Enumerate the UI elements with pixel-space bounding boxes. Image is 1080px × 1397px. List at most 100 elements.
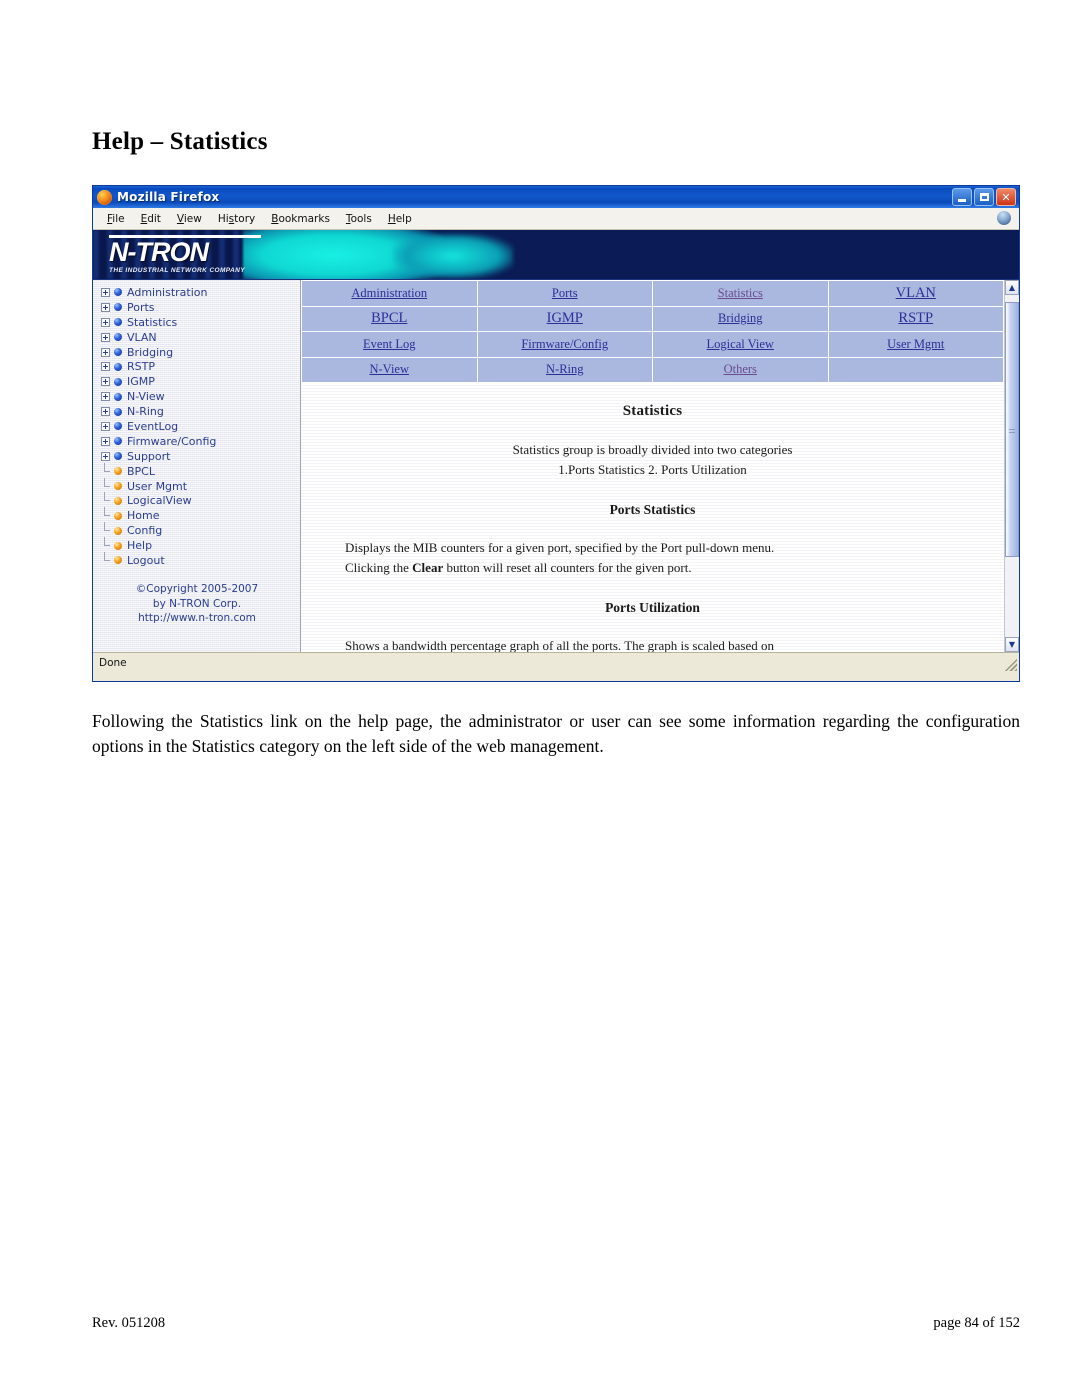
sidebar-item-label: IGMP: [127, 375, 155, 389]
gold-bullet-icon: [114, 526, 122, 535]
expand-plus-icon[interactable]: [101, 421, 110, 431]
help-link-others[interactable]: Others: [724, 362, 757, 376]
sidebar-item-bridging[interactable]: Bridging: [101, 345, 300, 360]
sidebar-item-home[interactable]: Home: [101, 507, 300, 523]
expand-plus-icon[interactable]: [101, 392, 110, 402]
scrollbar-thumb[interactable]: [1005, 302, 1019, 557]
sidebar-item-label: Bridging: [127, 345, 174, 359]
page-body: Administration Ports Statistics VLAN Bridgin…: [93, 280, 1019, 652]
sidebar-item-igmp[interactable]: IGMP: [101, 374, 300, 389]
help-link-logical-view[interactable]: Logical View: [707, 337, 774, 351]
sidebar-item-bpcl[interactable]: BPCL: [101, 462, 300, 479]
copyright-url[interactable]: http://www.n-tron.com: [101, 611, 293, 626]
help-link-ports[interactable]: Ports: [552, 286, 578, 300]
close-button[interactable]: ✕: [996, 188, 1016, 206]
browser-menubar: File Edit View History Bookmarks Tools H…: [93, 208, 1019, 230]
sidebar-item-support[interactable]: Support: [101, 449, 300, 464]
menu-bookmarks[interactable]: Bookmarks: [263, 213, 338, 225]
status-text: Done: [99, 657, 127, 669]
help-link-statistics[interactable]: Statistics: [718, 286, 763, 300]
gold-bullet-icon: [114, 496, 122, 505]
maximize-button[interactable]: [974, 188, 994, 206]
link-table-cell: Statistics: [652, 280, 829, 307]
expand-plus-icon[interactable]: [101, 377, 110, 387]
scroll-up-button[interactable]: ▲: [1005, 280, 1019, 295]
site-banner: N-TRON THE INDUSTRIAL NETWORK COMPANY: [93, 230, 1019, 280]
menu-edit[interactable]: Edit: [133, 213, 169, 225]
sidebar-item-label: Firmware/Config: [127, 434, 217, 448]
sidebar-item-n-ring[interactable]: N-Ring: [101, 404, 300, 419]
expand-plus-icon[interactable]: [101, 302, 110, 312]
maximize-icon: [979, 193, 989, 201]
expand-plus-icon[interactable]: [101, 436, 110, 446]
sidebar-item-user-mgmt[interactable]: User Mgmt: [101, 477, 300, 494]
sidebar-item-eventlog[interactable]: EventLog: [101, 419, 300, 434]
menu-history[interactable]: History: [210, 213, 263, 225]
tree-connector-icon: [101, 551, 110, 565]
browser-statusbar: Done: [93, 652, 1019, 673]
expand-plus-icon[interactable]: [101, 332, 110, 342]
sidebar-item-administration[interactable]: Administration: [101, 285, 300, 300]
menu-help[interactable]: Help: [380, 213, 420, 225]
sidebar-item-label: VLAN: [127, 330, 157, 344]
expand-plus-icon[interactable]: [101, 317, 110, 327]
help-link-firmware-config[interactable]: Firmware/Config: [521, 337, 608, 351]
ports-statistics-line-2: Clicking the Clear button will reset all…: [341, 558, 964, 578]
content-vertical-scrollbar[interactable]: ▲ ▼: [1004, 280, 1019, 652]
sidebar-item-statistics[interactable]: Statistics: [101, 315, 300, 330]
help-link-n-view[interactable]: N-View: [369, 362, 409, 376]
expand-plus-icon[interactable]: [101, 451, 110, 461]
sidebar-item-label: Config: [127, 524, 163, 538]
menu-view[interactable]: View: [169, 213, 210, 225]
gold-bullet-icon: [114, 482, 122, 491]
ports-utilization-line-1: Shows a bandwidth percentage graph of al…: [345, 638, 774, 652]
sidebar-item-n-view[interactable]: N-View: [101, 389, 300, 404]
minimize-button[interactable]: [952, 188, 972, 206]
expand-plus-icon[interactable]: [101, 407, 110, 417]
footer-revision: Rev. 051208: [92, 1315, 166, 1331]
sidebar-item-vlan[interactable]: VLAN: [101, 330, 300, 345]
help-link-igmp[interactable]: IGMP: [547, 310, 583, 326]
menu-tools[interactable]: Tools: [338, 213, 380, 225]
help-link-administration[interactable]: Administration: [351, 286, 427, 300]
help-intro: Statistics group is broadly divided into…: [341, 440, 964, 480]
resize-grip-icon[interactable]: [1005, 659, 1017, 671]
help-link-rstp[interactable]: RSTP: [898, 310, 933, 326]
expand-plus-icon[interactable]: [101, 362, 110, 372]
menu-file[interactable]: File: [99, 213, 133, 225]
sidebar-item-label: EventLog: [127, 419, 179, 433]
help-link-bridging[interactable]: Bridging: [718, 311, 762, 325]
sidebar-item-rstp[interactable]: RSTP: [101, 359, 300, 374]
help-link-n-ring[interactable]: N-Ring: [546, 362, 584, 376]
tree-connector-icon: [101, 522, 110, 535]
expand-plus-icon[interactable]: [101, 347, 110, 357]
blue-bullet-icon: [114, 333, 122, 342]
help-link-vlan[interactable]: VLAN: [896, 285, 936, 301]
sidebar-item-logout[interactable]: Logout: [101, 551, 300, 568]
footer-page-number: page 84 of 152: [933, 1315, 1020, 1331]
globe-icon: [997, 211, 1011, 225]
window-controls: ✕: [952, 188, 1016, 206]
blue-bullet-icon: [114, 348, 122, 356]
link-table-cell: IGMP: [476, 305, 653, 332]
sidebar-item-label: Statistics: [127, 315, 178, 329]
help-link-event-log[interactable]: Event Log: [363, 337, 415, 351]
sidebar-item-help[interactable]: Help: [101, 537, 300, 553]
blue-bullet-icon: [114, 362, 122, 371]
scroll-down-button[interactable]: ▼: [1005, 637, 1019, 652]
link-table-cell: N-Ring: [476, 356, 653, 383]
help-link-bpcl[interactable]: BPCL: [371, 310, 407, 326]
sidebar-item-config[interactable]: Config: [101, 522, 300, 538]
sidebar-item-label: N-View: [127, 390, 165, 404]
sidebar-item-label: N-Ring: [127, 405, 164, 419]
browser-window: Mozilla Firefox ✕ File Edit View History…: [92, 185, 1020, 682]
help-document: Statistics Statistics group is broadly d…: [301, 383, 1004, 652]
sidebar-item-ports[interactable]: Ports: [101, 300, 300, 315]
sidebar-item-logicalview[interactable]: LogicalView: [101, 492, 300, 508]
expand-plus-icon[interactable]: [101, 287, 110, 297]
sidebar-item-firmware-config[interactable]: Firmware/Config: [101, 434, 300, 449]
help-intro-line-1: Statistics group is broadly divided into…: [512, 442, 793, 457]
help-link-user-mgmt[interactable]: User Mgmt: [887, 337, 944, 351]
blue-bullet-icon: [114, 288, 122, 297]
sidebar-item-label: Help: [127, 539, 153, 553]
